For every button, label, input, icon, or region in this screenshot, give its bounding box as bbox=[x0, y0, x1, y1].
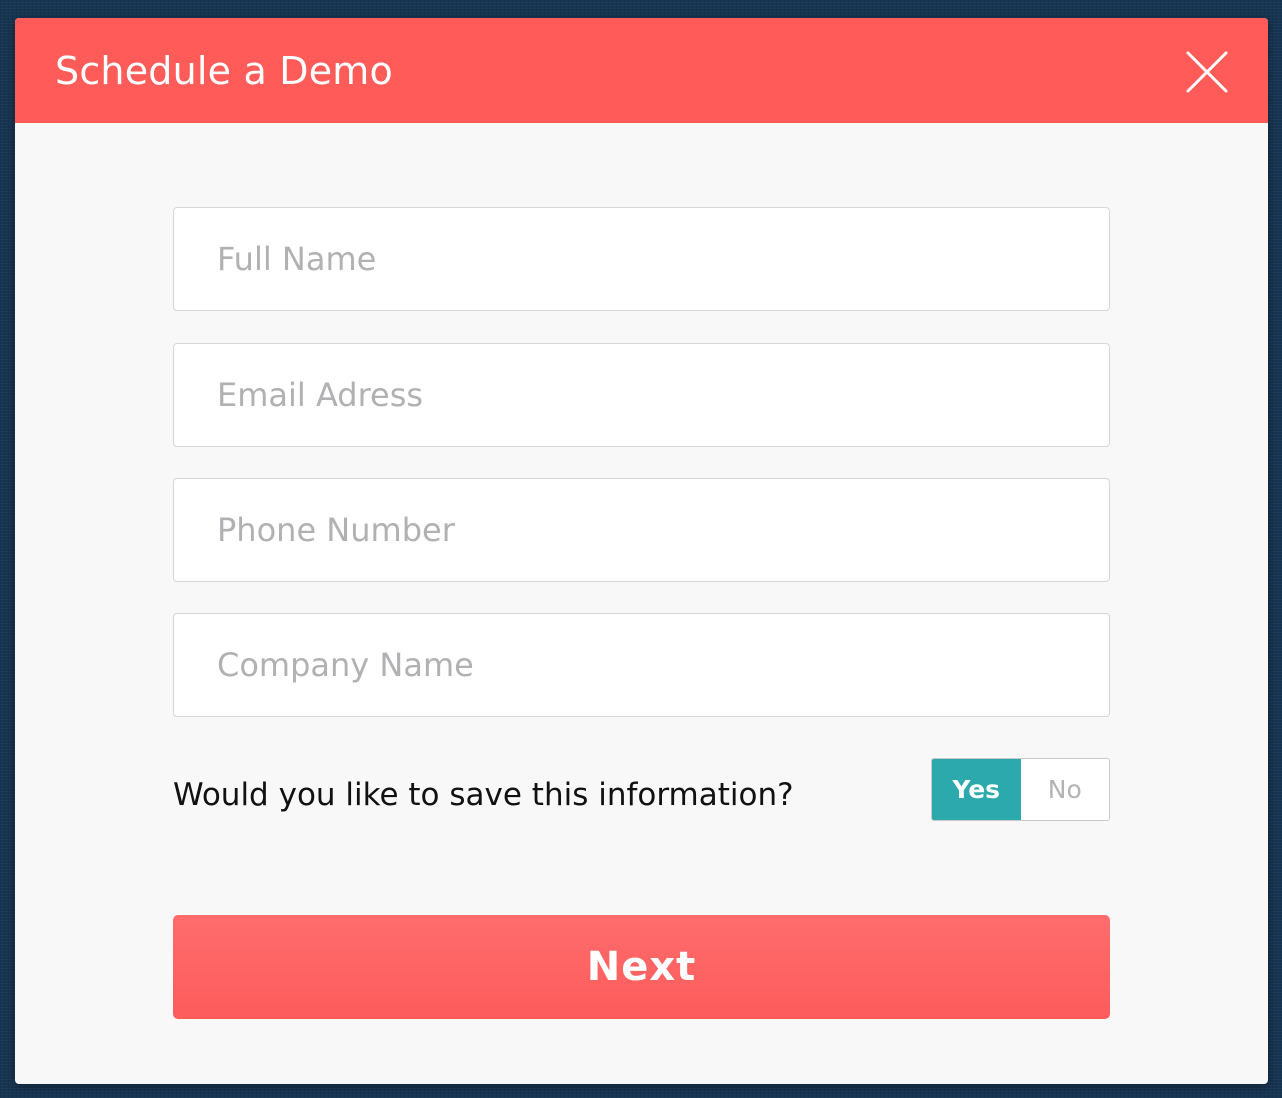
modal-title: Schedule a Demo bbox=[55, 49, 393, 93]
full-name-field bbox=[173, 207, 1110, 311]
company-input[interactable] bbox=[174, 614, 1109, 716]
close-button[interactable] bbox=[1185, 50, 1229, 94]
email-field bbox=[173, 343, 1110, 447]
modal-header: Schedule a Demo bbox=[15, 18, 1268, 123]
save-info-question: Would you like to save this information? bbox=[173, 777, 794, 813]
phone-input[interactable] bbox=[174, 479, 1109, 581]
email-input[interactable] bbox=[174, 344, 1109, 446]
phone-field bbox=[173, 478, 1110, 582]
next-button[interactable]: Next bbox=[173, 915, 1110, 1019]
save-info-toggle: Yes No bbox=[931, 758, 1110, 821]
schedule-demo-modal: Schedule a Demo Would you like to save t… bbox=[15, 18, 1268, 1084]
toggle-yes-option[interactable]: Yes bbox=[932, 759, 1021, 820]
close-icon bbox=[1186, 51, 1228, 93]
toggle-no-option[interactable]: No bbox=[1020, 759, 1109, 820]
full-name-input[interactable] bbox=[174, 208, 1109, 310]
company-field bbox=[173, 613, 1110, 717]
